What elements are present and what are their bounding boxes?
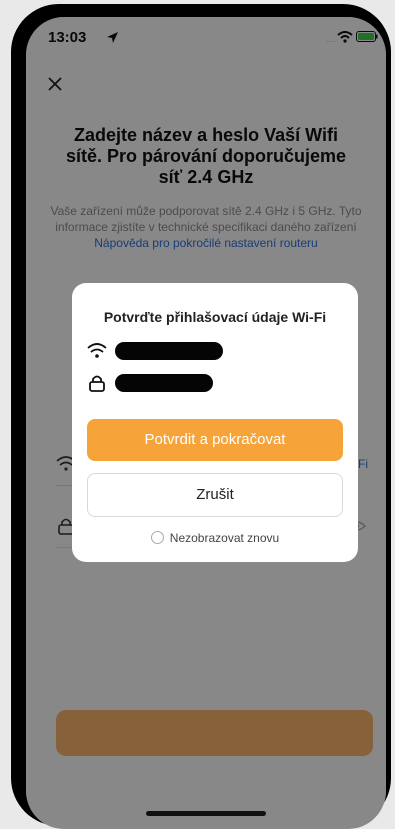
- phone-frame: 13:03 .... Zadejte název a heslo Vaší Wi…: [11, 4, 391, 829]
- wifi-confirm-dialog: Potvrďte přihlašovací údaje Wi-Fi Potvrd…: [72, 283, 358, 562]
- dont-show-label: Nezobrazovat znovu: [169, 531, 280, 545]
- screen: 13:03 .... Zadejte název a heslo Vaší Wi…: [26, 17, 386, 829]
- redacted-wifi-password: [115, 374, 213, 392]
- confirm-continue-button[interactable]: Potvrdit a pokračovat: [87, 419, 343, 461]
- dialog-title: Potvrďte přihlašovací údaje Wi-Fi: [103, 309, 327, 325]
- wifi-icon: [87, 343, 107, 358]
- dont-show-again-option[interactable]: Nezobrazovat znovu: [72, 531, 358, 545]
- redacted-wifi-name: [115, 342, 223, 360]
- home-indicator: [146, 811, 266, 816]
- lock-icon: [89, 375, 105, 392]
- dont-show-radio[interactable]: [150, 531, 164, 544]
- cancel-button[interactable]: Zrušit: [87, 473, 343, 517]
